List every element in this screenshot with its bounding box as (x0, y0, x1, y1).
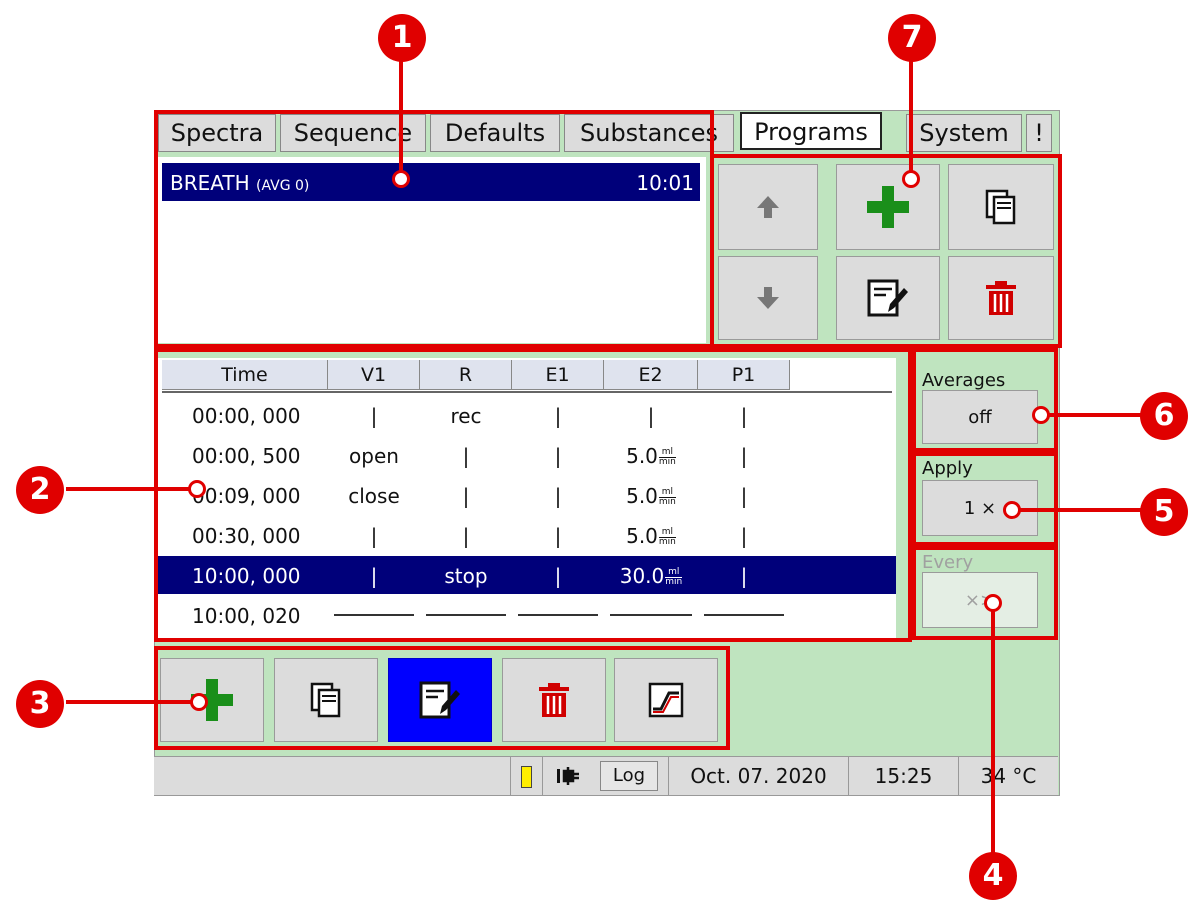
callout-2: 2 (16, 466, 64, 514)
tab-programs[interactable]: Programs (740, 112, 882, 150)
callout-dot-2 (188, 480, 206, 498)
callout-box-step-buttons (154, 646, 730, 750)
power-indicator (542, 757, 592, 795)
battery-indicator (510, 757, 542, 795)
log-button[interactable]: Log (600, 761, 658, 791)
status-bar: Log Oct. 07. 2020 15:25 34 °C (154, 756, 1058, 795)
status-temperature: 34 °C (958, 757, 1058, 795)
callout-box-program-list (154, 110, 714, 348)
callout-box-program-buttons (710, 154, 1062, 348)
status-time: 15:25 (848, 757, 958, 795)
callout-dot-6 (1032, 406, 1050, 424)
battery-icon (521, 766, 532, 788)
callout-dot-5 (1003, 501, 1021, 519)
callout-4: 4 (969, 852, 1017, 900)
callout-dot-1 (392, 170, 410, 188)
tab-alert[interactable]: ! (1026, 114, 1052, 152)
callout-3: 3 (16, 680, 64, 728)
callout-box-apply (912, 452, 1058, 546)
callout-dot-4 (984, 594, 1002, 612)
callout-dot-3 (190, 693, 208, 711)
callout-7: 7 (888, 14, 936, 62)
callout-6: 6 (1140, 392, 1188, 440)
callout-dot-7 (902, 170, 920, 188)
callout-5: 5 (1140, 488, 1188, 536)
callout-box-step-table (154, 348, 912, 642)
callout-box-averages (912, 348, 1058, 452)
status-date: Oct. 07. 2020 (668, 757, 848, 795)
callout-box-every (912, 546, 1058, 640)
plug-icon (556, 767, 579, 785)
tab-system[interactable]: System (906, 114, 1022, 152)
callout-1: 1 (378, 14, 426, 62)
